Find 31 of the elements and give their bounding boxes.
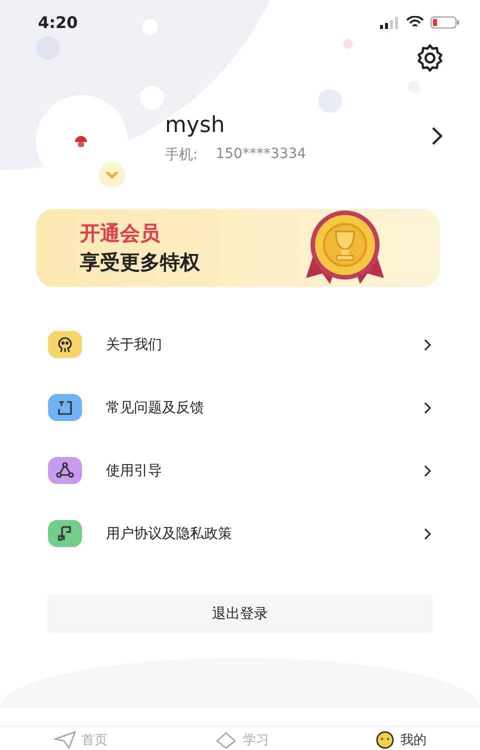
menu-label: 关于我们	[106, 336, 163, 354]
banner-title: 开通会员	[80, 220, 161, 248]
chevron-right-icon	[423, 526, 432, 541]
menu-label: 常见问题及反馈	[106, 398, 205, 417]
logout-button[interactable]: 退出登录	[47, 595, 433, 633]
phone-label: 手机:	[165, 146, 198, 164]
vip-banner[interactable]: 开通会员 享受更多特权	[36, 209, 440, 288]
vip-badge-icon	[98, 161, 126, 190]
chevron-right-icon	[423, 464, 432, 478]
menu-label: 使用引导	[106, 462, 163, 480]
menu-item[interactable]: 使用引导	[0, 439, 480, 502]
chevron-right-icon	[423, 338, 432, 352]
diamond-icon	[214, 731, 237, 749]
tab[interactable]: 我的	[376, 730, 426, 750]
menu-label: 用户协议及隐私政策	[106, 524, 233, 543]
menu-item[interactable]: 常见问题及反馈	[0, 376, 480, 440]
menu-item[interactable]: 关于我们	[0, 313, 480, 376]
chevron-right-icon	[423, 400, 432, 415]
paper-plane-icon	[54, 731, 76, 749]
chevron-right-icon[interactable]	[430, 126, 444, 146]
status-time: 4:20	[38, 13, 78, 32]
menu-item[interactable]: 用户协议及隐私政策	[0, 502, 480, 566]
battery-icon	[430, 16, 460, 30]
settings-icon[interactable]	[415, 43, 445, 74]
smiley-icon	[376, 731, 394, 749]
phone-number: 150****3334	[216, 146, 306, 164]
wifi-icon	[406, 16, 424, 30]
banner-subtitle: 享受更多特权	[80, 249, 200, 276]
mushroom-icon	[74, 135, 88, 150]
user-name: mysh	[165, 112, 226, 138]
signal-icon	[380, 16, 400, 29]
